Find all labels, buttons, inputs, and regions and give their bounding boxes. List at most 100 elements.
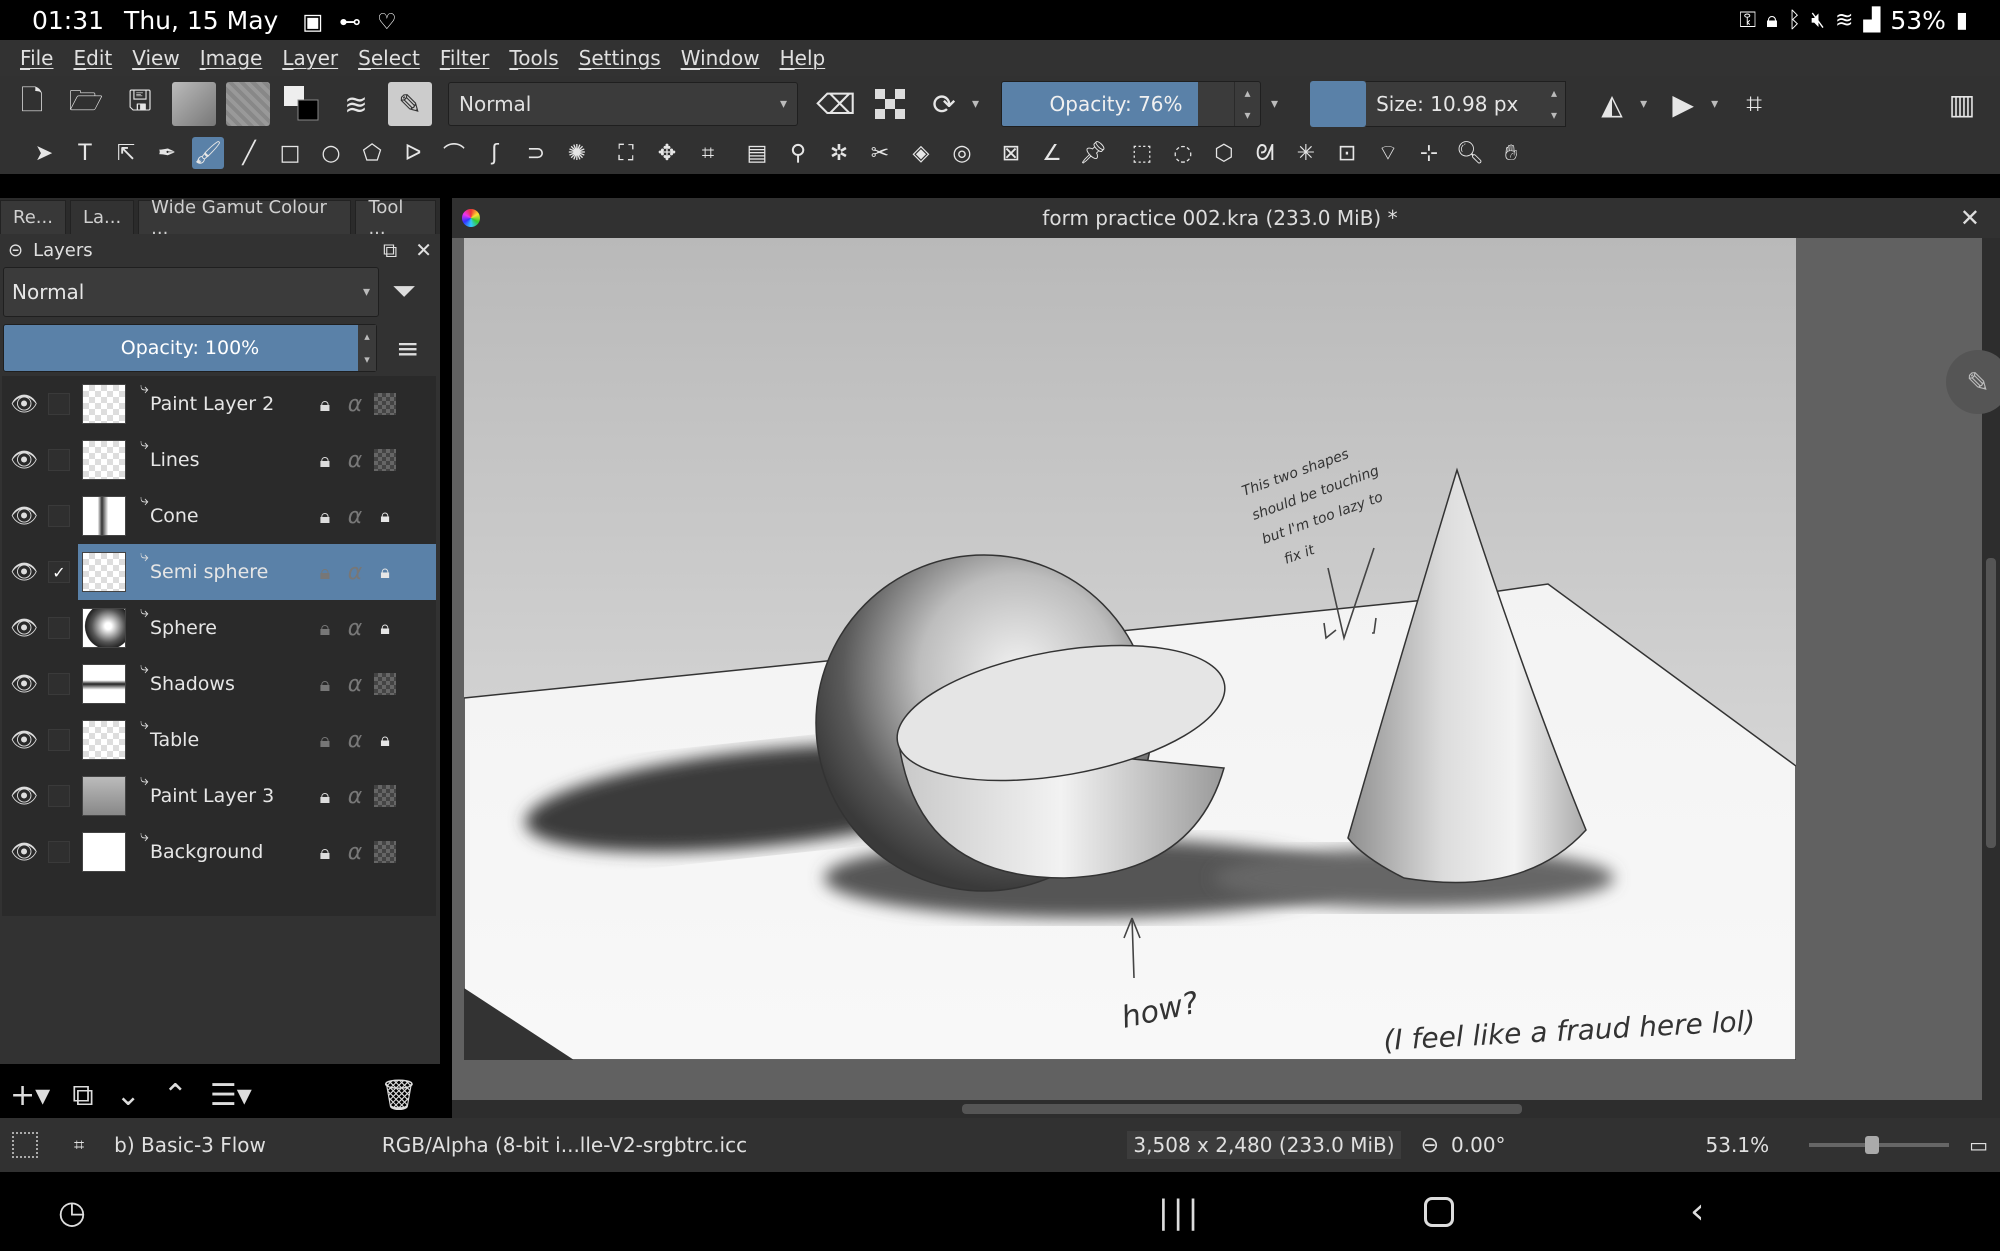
inherit-alpha-icon[interactable] bbox=[374, 841, 396, 863]
inherit-alpha-icon[interactable]: 🔒︎ bbox=[370, 730, 400, 751]
freehand-path-icon[interactable]: ʃ bbox=[479, 137, 511, 169]
size-slider-fill[interactable] bbox=[1310, 81, 1367, 127]
alpha-lock-icon[interactable]: α bbox=[340, 392, 370, 417]
lock-icon[interactable]: 🔒︎ bbox=[310, 448, 340, 472]
save-icon[interactable]: 🖫︎ bbox=[118, 82, 162, 126]
colorize-mask-icon[interactable]: ✂ bbox=[864, 137, 896, 169]
inherit-alpha-icon[interactable]: 🔒︎ bbox=[370, 506, 400, 527]
vertical-scroll-thumb[interactable] bbox=[1986, 558, 1996, 848]
crop-tool-icon[interactable]: ⌗ bbox=[692, 137, 724, 169]
layer-row[interactable]: 👁︎ ⤷ Sphere 🔒︎ α 🔒︎ bbox=[2, 600, 436, 656]
alpha-lock-icon[interactable]: α bbox=[340, 672, 370, 697]
ellipse-tool-icon[interactable]: ○ bbox=[315, 137, 347, 169]
blend-mode-select[interactable]: Normal ▾ bbox=[448, 82, 798, 126]
layer-checkbox[interactable] bbox=[48, 393, 70, 415]
polygon-tool-icon[interactable]: ⬠ bbox=[356, 137, 388, 169]
docker-tab-1[interactable]: La... bbox=[69, 200, 135, 234]
mirror-vertical-icon[interactable]: ▶ bbox=[1661, 82, 1705, 126]
zoom-slider-knob[interactable] bbox=[1865, 1136, 1880, 1154]
visibility-eye-icon[interactable]: 👁︎ bbox=[4, 616, 44, 641]
selection-mode-icon[interactable]: ⌗ bbox=[74, 1135, 84, 1156]
layer-checkbox[interactable] bbox=[48, 449, 70, 471]
dynamic-brush-icon[interactable]: ⊃ bbox=[520, 137, 552, 169]
magnetic-select-icon[interactable]: ⊹ bbox=[1413, 137, 1445, 169]
layer-opacity-spinner[interactable]: ▴ ▾ bbox=[358, 325, 376, 371]
visibility-eye-icon[interactable]: 👁︎ bbox=[4, 560, 44, 585]
lock-icon[interactable]: 🔒︎ bbox=[310, 728, 340, 752]
measure-tool-icon[interactable]: ∠ bbox=[1036, 137, 1068, 169]
layer-row[interactable]: 👁︎ ✓ ⤷ Semi sphere 🔒︎ α 🔒︎ bbox=[2, 544, 436, 600]
selection-display-icon[interactable] bbox=[12, 1132, 38, 1158]
alpha-lock-icon[interactable]: α bbox=[340, 504, 370, 529]
wrap-around-icon[interactable]: ⌗ bbox=[1732, 82, 1776, 126]
layer-row[interactable]: 👁︎ ⤷ Background 🔒︎ α bbox=[2, 824, 436, 880]
workspace-icon[interactable]: ▥ bbox=[1940, 82, 1984, 126]
home-icon[interactable] bbox=[1424, 1196, 1454, 1227]
reload-preset-icon[interactable]: ⟳ bbox=[922, 82, 966, 126]
polyline-tool-icon[interactable]: ᐅ bbox=[397, 137, 429, 169]
layer-checkbox[interactable] bbox=[48, 841, 70, 863]
pattern-selector[interactable] bbox=[226, 82, 270, 126]
layer-row[interactable]: 👁︎ ⤷ Table 🔒︎ α 🔒︎ bbox=[2, 712, 436, 768]
menu-help[interactable]: Help bbox=[770, 46, 836, 70]
image-dimensions[interactable]: 3,508 x 2,480 (233.0 MiB) bbox=[1127, 1131, 1401, 1159]
docker-tab-0[interactable]: Re... bbox=[0, 200, 66, 234]
alpha-lock-icon[interactable]: α bbox=[340, 448, 370, 473]
close-icon[interactable]: ✕ bbox=[415, 238, 432, 262]
chevron-down-icon[interactable]: ▾ bbox=[1711, 96, 1718, 112]
lock-icon[interactable]: 🔒︎ bbox=[310, 392, 340, 416]
reference-tool-icon[interactable]: 📌︎ bbox=[1077, 137, 1109, 169]
close-document-icon[interactable]: ✕ bbox=[1960, 204, 1980, 232]
visibility-eye-icon[interactable]: 👁︎ bbox=[4, 784, 44, 809]
layer-row[interactable]: 👁︎ ⤷ Paint Layer 2 🔒︎ α bbox=[2, 376, 436, 432]
alpha-lock-icon[interactable]: α bbox=[340, 840, 370, 865]
visibility-eye-icon[interactable]: 👁︎ bbox=[4, 840, 44, 865]
similar-select-icon[interactable]: ⊡ bbox=[1331, 137, 1363, 169]
smart-patch-icon[interactable]: ✲ bbox=[823, 137, 855, 169]
assistant-tool-icon[interactable]: ⊠ bbox=[995, 137, 1027, 169]
lock-icon[interactable]: 🔒︎ bbox=[310, 616, 340, 640]
inherit-alpha-icon[interactable] bbox=[374, 673, 396, 695]
inherit-alpha-icon[interactable] bbox=[374, 449, 396, 471]
calligraphy-icon[interactable]: ✒ bbox=[151, 137, 183, 169]
color-profile[interactable]: RGB/Alpha (8-bit i...lle-V2-srgbtrc.icc bbox=[382, 1133, 747, 1157]
layer-row[interactable]: 👁︎ ⤷ Shadows 🔒︎ α bbox=[2, 656, 436, 712]
alpha-lock-icon[interactable]: α bbox=[340, 616, 370, 641]
move-layer-up-icon[interactable]: ⌃ bbox=[163, 1078, 188, 1113]
gradient-selector[interactable] bbox=[172, 82, 216, 126]
lock-icon[interactable]: 🔒︎ bbox=[310, 840, 340, 864]
select-shapes-icon[interactable]: ➤ bbox=[28, 137, 60, 169]
recents-icon[interactable]: ||| bbox=[1158, 1193, 1202, 1231]
menu-view[interactable]: View bbox=[122, 46, 189, 70]
back-icon[interactable]: ‹ bbox=[1690, 1191, 1704, 1232]
menu-window[interactable]: Window bbox=[671, 46, 770, 70]
layer-row[interactable]: 👁︎ ⤷ Cone 🔒︎ α 🔒︎ bbox=[2, 488, 436, 544]
size-slider[interactable]: Size: 10.98 px ▴ ▾ bbox=[1366, 81, 1567, 127]
docker-tab-2[interactable]: Wide Gamut Colour ... bbox=[138, 197, 352, 239]
visibility-eye-icon[interactable]: 👁︎ bbox=[4, 728, 44, 753]
visibility-eye-icon[interactable]: 👁︎ bbox=[4, 672, 44, 697]
freehand-brush-icon[interactable]: 🖌︎ bbox=[192, 137, 224, 169]
zoom-level[interactable]: 53.1% bbox=[1706, 1133, 1770, 1157]
opacity-slider[interactable]: Opacity: 76% ▴ ▾ bbox=[1001, 81, 1262, 127]
fill-tool-icon[interactable]: ◈ bbox=[905, 137, 937, 169]
open-folder-icon[interactable]: 🗁︎ bbox=[64, 82, 108, 126]
visibility-eye-icon[interactable]: 👁︎ bbox=[4, 504, 44, 529]
inherit-alpha-icon[interactable] bbox=[374, 785, 396, 807]
visibility-eye-icon[interactable]: 👁︎ bbox=[4, 448, 44, 473]
layer-blend-mode-select[interactable]: Normal ▾ bbox=[3, 267, 379, 317]
edit-shapes-icon[interactable]: ⇱ bbox=[110, 137, 142, 169]
enclose-fill-icon[interactable]: ◎ bbox=[946, 137, 978, 169]
menu-tools[interactable]: Tools bbox=[499, 46, 568, 70]
zoom-tool-icon[interactable]: 🔍︎ bbox=[1454, 137, 1486, 169]
menu-layer[interactable]: Layer bbox=[272, 46, 348, 70]
layer-opacity-slider[interactable]: Opacity: 100% ▴ ▾ bbox=[3, 324, 377, 372]
add-layer-icon[interactable]: +▾ bbox=[10, 1078, 50, 1113]
recent-apps-icon[interactable]: ◷ bbox=[58, 1193, 86, 1231]
lock-docker-icon[interactable]: ⊝ bbox=[8, 240, 23, 261]
hamburger-menu-icon[interactable]: ≡ bbox=[396, 332, 419, 365]
alpha-lock-icon[interactable]: α bbox=[340, 560, 370, 585]
alpha-lock-icon[interactable]: α bbox=[340, 784, 370, 809]
bezier-tool-icon[interactable]: ⌒ bbox=[438, 137, 470, 169]
multibrush-icon[interactable]: ✺ bbox=[561, 137, 593, 169]
